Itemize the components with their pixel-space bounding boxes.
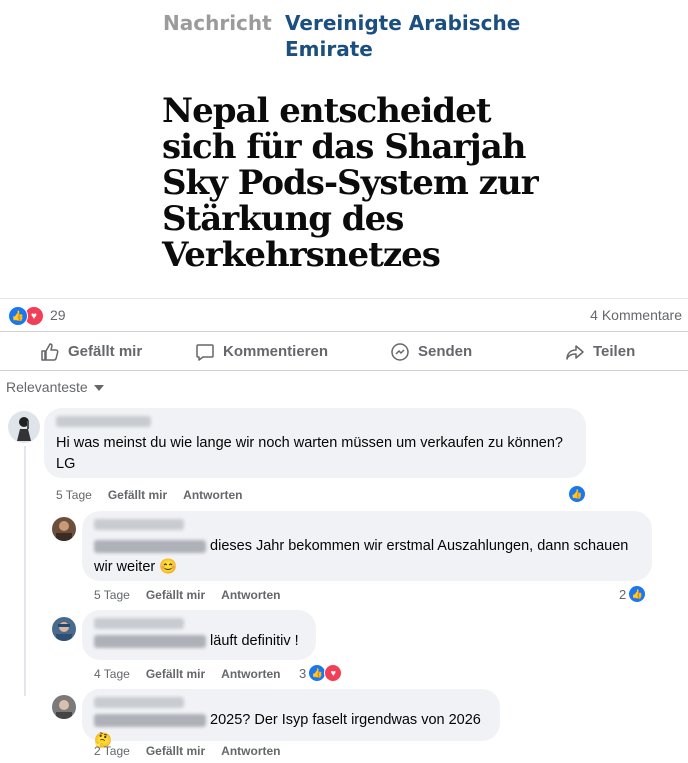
comment-like-button[interactable]: Gefällt mir [108, 488, 167, 502]
comment-reply-button[interactable]: Antworten [221, 588, 280, 602]
comment-reply-button[interactable]: Antworten [221, 744, 280, 758]
like-icon: 👍 [568, 485, 586, 503]
share-button-label: Teilen [593, 343, 636, 360]
share-button[interactable]: Teilen [565, 333, 635, 370]
comment-time[interactable]: 2 Tage [94, 744, 130, 758]
comment-reactions[interactable]: 👍 [568, 485, 586, 503]
commenter-name[interactable] [56, 416, 151, 427]
comment-like-button[interactable]: Gefällt mir [146, 744, 205, 758]
comment-meta: 2 Tage Gefällt mir Antworten [94, 744, 281, 758]
comment-time[interactable]: 4 Tage [94, 667, 130, 681]
like-button-label: Gefällt mir [68, 343, 143, 360]
comment-button[interactable]: Kommentieren [195, 333, 328, 370]
commenter-name[interactable] [94, 519, 184, 530]
comment-like-button[interactable]: Gefällt mir [146, 588, 205, 602]
mention-tag[interactable] [94, 634, 206, 648]
comment-count[interactable]: 4 Kommentare [590, 307, 682, 323]
like-button[interactable]: Gefällt mir [40, 333, 142, 370]
kicker-region: Vereinigte Arabische Emirate [285, 11, 521, 61]
love-icon: ♥ [324, 664, 343, 682]
caret-down-icon [93, 385, 104, 391]
reaction-icons[interactable]: 👍 ♥ [8, 306, 48, 326]
comment-bubble: läuft definitiv ! [82, 610, 316, 660]
action-bar: Gefällt mir Kommentieren Senden Teilen [0, 333, 688, 371]
send-button-label: Senden [418, 343, 473, 360]
comment-reactions[interactable]: 3 👍 ♥ [299, 664, 343, 682]
kicker-category: Nachricht [163, 11, 272, 35]
comment-like-button[interactable]: Gefällt mir [146, 667, 205, 681]
thread-line [24, 446, 26, 696]
avatar[interactable] [52, 695, 76, 719]
comment-bubble: dieses Jahr bekommen wir erstmal Auszahl… [82, 511, 652, 581]
comment-reply-button[interactable]: Antworten [221, 667, 280, 681]
send-button[interactable]: Senden [390, 333, 472, 370]
like-icon [41, 342, 59, 361]
reaction-stats-bar: 👍 ♥ 29 4 Kommentare [0, 298, 688, 332]
mention-tag[interactable] [94, 713, 206, 727]
commenter-name[interactable] [94, 697, 184, 708]
comment-reactions[interactable]: 2 👍 [619, 585, 647, 603]
avatar[interactable] [52, 617, 76, 641]
avatar[interactable] [52, 517, 76, 541]
comment-reply-button[interactable]: Antworten [183, 488, 242, 502]
article-kicker: Nachricht Vereinigte Arabische Emirate [163, 10, 520, 61]
comment-bubble: 2025? Der Isyp faselt irgendwas von 2026… [82, 689, 500, 749]
like-icon: 👍 [8, 306, 28, 326]
reaction-count[interactable]: 29 [50, 307, 66, 323]
comment-meta: 5 Tage Gefällt mir Antworten [56, 488, 243, 502]
comment-text: läuft definitiv ! [206, 633, 299, 649]
comment-time[interactable]: 5 Tage [56, 488, 92, 502]
comment-bubble: Hi was meinst du wie lange wir noch wart… [44, 408, 586, 478]
like-icon: 👍 [628, 585, 647, 603]
comment-meta: 5 Tage Gefällt mir Antworten [94, 588, 281, 602]
mention-tag[interactable] [94, 539, 206, 553]
comment-reaction-count: 2 [619, 586, 627, 602]
messenger-icon [391, 342, 409, 361]
commenter-name[interactable] [94, 618, 184, 629]
comment-reaction-count: 3 [299, 665, 307, 681]
comment-sort-dropdown[interactable]: Relevanteste [6, 379, 104, 395]
comment-icon [196, 343, 214, 361]
comment-meta: 4 Tage Gefällt mir Antworten [94, 667, 281, 681]
comment-time[interactable]: 5 Tage [94, 588, 130, 602]
avatar[interactable] [8, 411, 40, 443]
article-preview[interactable]: Nachricht Vereinigte Arabische Emirate N… [0, 0, 688, 298]
share-icon [566, 344, 584, 360]
sort-label: Relevanteste [6, 379, 88, 395]
comment-button-label: Kommentieren [223, 343, 329, 360]
comment-text: Hi was meinst du wie lange wir noch wart… [56, 435, 563, 472]
article-headline: Nepal entscheidet sich für das Sharjah S… [162, 91, 539, 275]
